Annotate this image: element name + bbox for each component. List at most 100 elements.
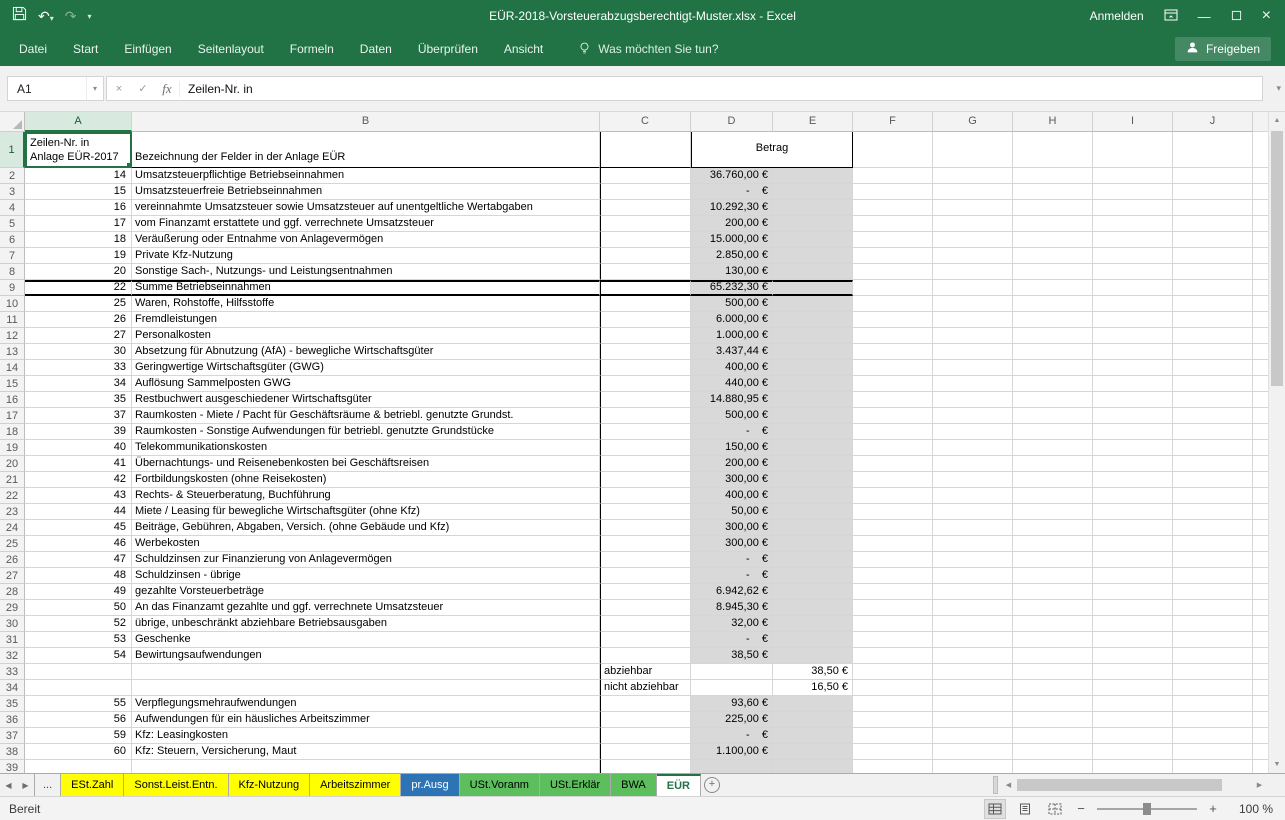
cell-B21[interactable]: Fortbildungskosten (ohne Reisekosten): [132, 472, 600, 488]
cell-B34[interactable]: [132, 680, 600, 696]
ribbon-tab-einfügen[interactable]: Einfügen: [111, 32, 184, 66]
cell-I36[interactable]: [1093, 712, 1173, 728]
name-box-dropdown-icon[interactable]: ▾: [86, 77, 103, 100]
cell-C30[interactable]: [600, 616, 691, 632]
expand-formula-bar-icon[interactable]: ▾: [1276, 83, 1281, 94]
cell-A7[interactable]: 19: [25, 248, 132, 264]
cell-B27[interactable]: Schuldzinsen - übrige: [132, 568, 600, 584]
cell-E21[interactable]: [773, 472, 853, 488]
cell-I31[interactable]: [1093, 632, 1173, 648]
cell-J19[interactable]: [1173, 440, 1253, 456]
cell-D13[interactable]: 3.437,44 €: [691, 344, 773, 360]
cell-J14[interactable]: [1173, 360, 1253, 376]
sheet-tab-kfz-nutzung[interactable]: Kfz-Nutzung: [229, 774, 311, 796]
cell-J36[interactable]: [1173, 712, 1253, 728]
row-header-6[interactable]: 6: [0, 232, 25, 248]
row-header-5[interactable]: 5: [0, 216, 25, 232]
cell-B13[interactable]: Absetzung für Abnutzung (AfA) - beweglic…: [132, 344, 600, 360]
cell-J7[interactable]: [1173, 248, 1253, 264]
cell-D14[interactable]: 400,00 €: [691, 360, 773, 376]
cell-H30[interactable]: [1013, 616, 1093, 632]
cell-B10[interactable]: Waren, Rohstoffe, Hilfsstoffe: [132, 296, 600, 312]
cell-A39[interactable]: [25, 760, 132, 773]
cell-G34[interactable]: [933, 680, 1013, 696]
row-header-11[interactable]: 11: [0, 312, 25, 328]
row-header-33[interactable]: 33: [0, 664, 25, 680]
cell-E25[interactable]: [773, 536, 853, 552]
cell-B14[interactable]: Geringwertige Wirtschaftsgüter (GWG): [132, 360, 600, 376]
cell-J18[interactable]: [1173, 424, 1253, 440]
cell-J4[interactable]: [1173, 200, 1253, 216]
cell-J32[interactable]: [1173, 648, 1253, 664]
cell-E22[interactable]: [773, 488, 853, 504]
cell-E27[interactable]: [773, 568, 853, 584]
row-header-16[interactable]: 16: [0, 392, 25, 408]
cell-G35[interactable]: [933, 696, 1013, 712]
cell-J25[interactable]: [1173, 536, 1253, 552]
row-header-13[interactable]: 13: [0, 344, 25, 360]
cell-C33[interactable]: abziehbar: [600, 664, 691, 680]
cell-J38[interactable]: [1173, 744, 1253, 760]
cell-H35[interactable]: [1013, 696, 1093, 712]
zoom-level[interactable]: 100 %: [1229, 802, 1273, 816]
cell-D3[interactable]: - €: [691, 184, 773, 200]
cell-C32[interactable]: [600, 648, 691, 664]
cell-E20[interactable]: [773, 456, 853, 472]
cell-G36[interactable]: [933, 712, 1013, 728]
enter-icon[interactable]: ✓: [131, 82, 155, 95]
cell-D33[interactable]: [691, 664, 773, 680]
cell-D24[interactable]: 300,00 €: [691, 520, 773, 536]
cell-B19[interactable]: Telekommunikationskosten: [132, 440, 600, 456]
cell-D32[interactable]: 38,50 €: [691, 648, 773, 664]
cell-C7[interactable]: [600, 248, 691, 264]
cell-C24[interactable]: [600, 520, 691, 536]
cell-D19[interactable]: 150,00 €: [691, 440, 773, 456]
cell-A2[interactable]: 14: [25, 168, 132, 184]
cell-B6[interactable]: Veräußerung oder Entnahme von Anlageverm…: [132, 232, 600, 248]
cell-F7[interactable]: [853, 248, 933, 264]
row-header-32[interactable]: 32: [0, 648, 25, 664]
cell-G11[interactable]: [933, 312, 1013, 328]
column-header-A[interactable]: A: [25, 112, 132, 132]
cell-C12[interactable]: [600, 328, 691, 344]
cell-F28[interactable]: [853, 584, 933, 600]
cell-J21[interactable]: [1173, 472, 1253, 488]
cell-F26[interactable]: [853, 552, 933, 568]
row-header-27[interactable]: 27: [0, 568, 25, 584]
cell-I23[interactable]: [1093, 504, 1173, 520]
cell-C26[interactable]: [600, 552, 691, 568]
cell-H29[interactable]: [1013, 600, 1093, 616]
row-header-7[interactable]: 7: [0, 248, 25, 264]
cell-F38[interactable]: [853, 744, 933, 760]
cell-A17[interactable]: 37: [25, 408, 132, 424]
cell-J5[interactable]: [1173, 216, 1253, 232]
cell-B20[interactable]: Übernachtungs- und Reisenebenkosten bei …: [132, 456, 600, 472]
cell-D26[interactable]: - €: [691, 552, 773, 568]
cell-E38[interactable]: [773, 744, 853, 760]
row-header-37[interactable]: 37: [0, 728, 25, 744]
cell-I37[interactable]: [1093, 728, 1173, 744]
cell-E32[interactable]: [773, 648, 853, 664]
cell-J22[interactable]: [1173, 488, 1253, 504]
cell-H17[interactable]: [1013, 408, 1093, 424]
cell-G30[interactable]: [933, 616, 1013, 632]
cell-E37[interactable]: [773, 728, 853, 744]
sheet-nav-left-icon[interactable]: ◀: [0, 774, 17, 796]
cell-J10[interactable]: [1173, 296, 1253, 312]
cell-B17[interactable]: Raumkosten - Miete / Pacht für Geschäfts…: [132, 408, 600, 424]
cell-G9[interactable]: [933, 280, 1013, 296]
cell-C36[interactable]: [600, 712, 691, 728]
row-header-34[interactable]: 34: [0, 680, 25, 696]
sheet-tab-ust-erklär[interactable]: USt.Erklär: [540, 774, 611, 796]
cell-A27[interactable]: 48: [25, 568, 132, 584]
cell-B31[interactable]: Geschenke: [132, 632, 600, 648]
scroll-up-icon[interactable]: ▲: [1269, 112, 1285, 129]
cell-I1[interactable]: [1093, 132, 1173, 168]
cell-B16[interactable]: Restbuchwert ausgeschiedener Wirtschafts…: [132, 392, 600, 408]
cell-A10[interactable]: 25: [25, 296, 132, 312]
cell-F30[interactable]: [853, 616, 933, 632]
cell-C1[interactable]: [600, 132, 691, 168]
cell-I10[interactable]: [1093, 296, 1173, 312]
row-header-12[interactable]: 12: [0, 328, 25, 344]
cell-A1-selected[interactable]: Zeilen-Nr. inAnlage EÜR-2017: [25, 132, 132, 168]
